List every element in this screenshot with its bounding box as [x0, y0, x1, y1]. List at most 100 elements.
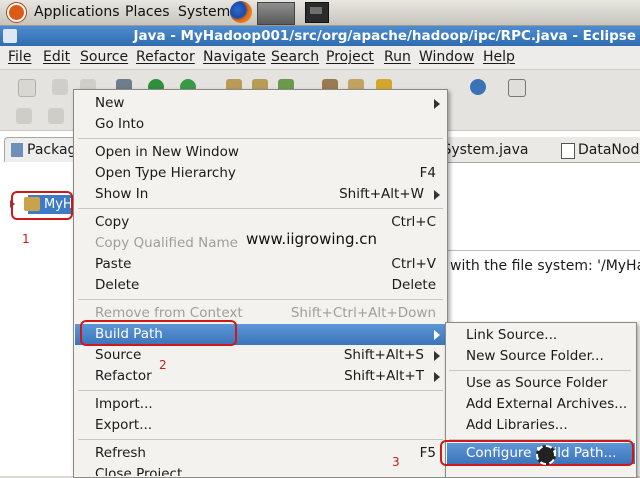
save-icon[interactable] — [52, 79, 68, 95]
menu-item-label: Paste — [95, 256, 132, 272]
editor-divider — [446, 250, 640, 251]
system-menu[interactable]: System — [178, 4, 230, 20]
annotation-number-2: 2 — [159, 358, 167, 372]
menu-separator — [78, 138, 443, 139]
menu-item-refresh[interactable]: Refresh F5 — [75, 443, 446, 464]
annotation-next-icon[interactable] — [16, 108, 32, 124]
annotation-ring-build-path — [80, 320, 237, 346]
new-icon[interactable] — [18, 79, 36, 97]
submenu-item-new-source-folder[interactable]: New Source Folder... — [447, 346, 635, 367]
window-title: Java - MyHadoop001/src/org/apache/hadoop… — [133, 28, 636, 44]
submenu-item-label: Add Libraries... — [466, 417, 568, 433]
package-explorer-icon — [11, 143, 23, 157]
annotation-number-3: 3 — [392, 455, 400, 469]
ubuntu-logo-icon[interactable] — [6, 2, 27, 23]
submenu-arrow-icon — [434, 330, 440, 340]
menu-file[interactable]: File — [8, 49, 31, 65]
menu-item-label: Copy — [95, 214, 130, 230]
submenu-item-add-libraries[interactable]: Add Libraries... — [447, 415, 635, 436]
menu-item-go-into[interactable]: Go Into — [75, 114, 446, 135]
menu-item-label: Export... — [95, 417, 153, 433]
launcher-icon[interactable] — [257, 2, 295, 25]
submenu-arrow-icon — [434, 351, 440, 361]
applications-menu[interactable]: Applications — [34, 4, 120, 20]
menu-item-label: Open in New Window — [95, 144, 239, 160]
places-menu[interactable]: Places — [125, 4, 170, 20]
console-output-line: with the file system: '/MyHadoo — [450, 258, 640, 274]
menu-item-new[interactable]: New — [75, 93, 446, 114]
menu-item-label: Source — [95, 347, 142, 363]
menu-separator — [78, 208, 443, 209]
menu-item-paste[interactable]: Paste Ctrl+V — [75, 254, 446, 275]
submenu-item-use-as-source-folder[interactable]: Use as Source Folder — [447, 373, 635, 394]
submenu-item-label: Use as Source Folder — [466, 375, 608, 391]
java-file-icon — [561, 143, 575, 159]
context-menu: New Go Into Open in New Window Open Type… — [73, 89, 448, 478]
annotation-number-1: 1 — [22, 232, 30, 246]
menu-edit[interactable]: Edit — [43, 49, 70, 65]
menu-search[interactable]: Search — [271, 49, 319, 65]
annotation-ring-project — [11, 191, 73, 220]
menu-item-label: Open Type Hierarchy — [95, 165, 236, 181]
menu-item-accelerator: F5 — [419, 445, 436, 461]
menu-item-label: Refactor — [95, 368, 152, 384]
menu-item-label: New — [95, 95, 125, 111]
submenu-item-add-external-archives[interactable]: Add External Archives... — [447, 394, 635, 415]
menu-source[interactable]: Source — [80, 49, 128, 65]
busy-cursor-icon — [536, 445, 556, 465]
menu-window[interactable]: Window — [419, 49, 474, 65]
menu-item-accelerator: Ctrl+V — [391, 256, 436, 272]
menu-separator — [78, 439, 443, 440]
menu-bar: File Edit Source Refactor Navigate Searc… — [0, 46, 640, 70]
back-icon[interactable] — [48, 108, 64, 124]
menu-item-label: Import... — [95, 396, 153, 412]
menu-item-source[interactable]: Source Shift+Alt+S — [75, 345, 446, 366]
watermark: www.iigrowing.cn — [246, 230, 378, 248]
submenu-arrow-icon — [434, 190, 440, 200]
menu-project[interactable]: Project — [326, 49, 374, 65]
menu-item-label: Copy Qualified Name — [95, 235, 238, 251]
menu-item-accelerator: Shift+Alt+T — [344, 368, 424, 384]
open-perspective-icon[interactable] — [508, 79, 526, 97]
package-explorer-tab-label: Packag — [27, 142, 77, 158]
firefox-icon[interactable] — [230, 1, 252, 23]
menu-item-export[interactable]: Export... — [75, 415, 446, 436]
submenu-arrow-icon — [434, 372, 440, 382]
window-menu-icon[interactable] — [3, 29, 17, 43]
menu-item-accelerator: Shift+Ctrl+Alt+Down — [290, 305, 436, 321]
menu-separator — [449, 370, 631, 371]
menu-item-accelerator: Ctrl+C — [391, 214, 436, 230]
menu-item-accelerator: Shift+Alt+W — [339, 186, 424, 202]
gnome-top-panel: Applications Places System — [0, 0, 640, 26]
menu-run[interactable]: Run — [384, 49, 411, 65]
terminal-icon[interactable] — [305, 2, 329, 23]
submenu-item-label: New Source Folder... — [466, 348, 604, 364]
menu-item-show-in[interactable]: Show In Shift+Alt+W — [75, 184, 446, 205]
submenu-item-link-source[interactable]: Link Source... — [447, 325, 635, 346]
menu-item-label: Show In — [95, 186, 149, 202]
menu-refactor[interactable]: Refactor — [136, 49, 195, 65]
menu-item-label: Delete — [95, 277, 140, 293]
menu-item-accelerator: F4 — [419, 165, 436, 181]
tab-datanode[interactable]: DataNode — [578, 142, 640, 158]
menu-item-import[interactable]: Import... — [75, 394, 446, 415]
menu-item-accelerator: Delete — [391, 277, 436, 293]
menu-help[interactable]: Help — [483, 49, 515, 65]
window-title-bar[interactable]: Java - MyHadoop001/src/org/apache/hadoop… — [0, 26, 640, 46]
menu-separator — [78, 299, 443, 300]
menu-item-refactor[interactable]: Refactor Shift+Alt+T — [75, 366, 446, 387]
submenu-arrow-icon — [434, 99, 440, 109]
menu-separator — [78, 390, 443, 391]
menu-item-open-in-new-window[interactable]: Open in New Window — [75, 142, 446, 163]
menu-item-delete[interactable]: Delete Delete — [75, 275, 446, 296]
submenu-item-label: Add External Archives... — [466, 396, 628, 412]
menu-item-accelerator: Shift+Alt+S — [343, 347, 424, 363]
menu-item-label: Remove from Context — [95, 305, 243, 321]
menu-navigate[interactable]: Navigate — [203, 49, 266, 65]
menu-item-label: Refresh — [95, 445, 146, 461]
menu-item-open-type-hierarchy[interactable]: Open Type Hierarchy F4 — [75, 163, 446, 184]
menu-item-label: Close Project — [95, 466, 183, 476]
menu-item-label: Go Into — [95, 116, 145, 132]
menu-item-close-project[interactable]: Close Project — [75, 464, 446, 476]
globe-icon[interactable] — [470, 79, 486, 95]
